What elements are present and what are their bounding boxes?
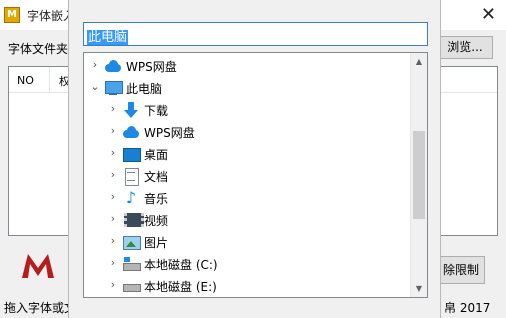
scroll-down-icon[interactable]: ▼	[411, 280, 427, 297]
chevron-down-icon[interactable]: ⌄	[90, 80, 100, 94]
chevron-right-icon[interactable]: ›	[108, 124, 118, 138]
chevron-right-icon[interactable]: ›	[108, 234, 118, 248]
column-divider[interactable]	[49, 67, 50, 93]
tree-item[interactable]: › WPS网盘	[84, 55, 406, 77]
close-icon[interactable]: ✕	[481, 4, 496, 25]
tree-item-label: 此电脑	[126, 82, 163, 96]
chevron-right-icon[interactable]: ›	[108, 168, 118, 182]
desktop-icon	[122, 145, 141, 163]
tree-item[interactable]: › 下载	[84, 99, 406, 121]
download-icon	[122, 101, 140, 119]
remove-limit-button[interactable]: 除限制	[437, 256, 485, 284]
chevron-right-icon[interactable]: ›	[108, 190, 118, 204]
chevron-right-icon[interactable]: ›	[90, 58, 100, 72]
music-icon: ♪	[125, 188, 137, 207]
drive-e-icon	[122, 277, 141, 295]
video-icon	[122, 211, 144, 229]
scrollbar-thumb[interactable]	[413, 131, 425, 219]
scroll-up-icon[interactable]: ▲	[411, 53, 427, 70]
chevron-right-icon[interactable]: ›	[108, 278, 118, 292]
tree-item-label: 图片	[144, 236, 169, 250]
tree-item[interactable]: › 文档	[84, 165, 406, 187]
app-icon: M	[4, 7, 20, 23]
tree-item[interactable]: › 视频	[84, 209, 406, 231]
tree-item[interactable]: › WPS网盘	[84, 121, 406, 143]
tree-item-label: WPS网盘	[144, 126, 195, 140]
status-bar-left: 拖入字体或文	[4, 301, 77, 315]
document-icon	[122, 167, 140, 186]
chevron-right-icon[interactable]: ›	[108, 256, 118, 270]
tree-item[interactable]: › 桌面	[84, 143, 406, 165]
drive-c-icon	[122, 255, 141, 273]
folder-path-input[interactable]: 此电脑	[83, 22, 428, 46]
tree-item[interactable]: › 本地磁盘 (E:)	[84, 275, 406, 297]
picture-icon	[122, 233, 141, 251]
chevron-right-icon[interactable]: ›	[108, 102, 118, 116]
status-bar-right: 帛 2017	[444, 301, 491, 315]
folder-tree[interactable]: › WPS网盘 ⌄ 此电脑 › 下载 › WPS网盘 › 桌面 › 文档 › ♪ 音乐 › 视频 › 图片 › 本地磁盘…	[83, 52, 428, 298]
column-header-no[interactable]: NO	[17, 74, 34, 87]
tree-item[interactable]: › ♪ 音乐	[84, 187, 406, 209]
tree-item-label: 视频	[144, 214, 169, 228]
browse-button[interactable]: 浏览...	[437, 36, 493, 59]
folder-browser-dialog: 此电脑 › WPS网盘 ⌄ 此电脑 › 下载 › WPS网盘 › 桌面 › 文档 › ♪ 音乐 › 视频 › 图片 ›…	[68, 0, 441, 318]
tree-item-label: WPS网盘	[126, 60, 177, 74]
tree-item-label: 本地磁盘 (E:)	[144, 280, 217, 294]
computer-icon	[104, 79, 123, 97]
tree-item-label: 下载	[144, 104, 169, 118]
app-logo-icon	[22, 254, 54, 278]
font-folder-label: 字体文件夹	[8, 42, 69, 56]
tree-scrollbar[interactable]: ▲ ▼	[410, 53, 427, 297]
tree-item[interactable]: › 图片	[84, 231, 406, 253]
tree-item[interactable]: › 本地磁盘 (C:)	[84, 253, 406, 275]
chevron-right-icon[interactable]: ›	[108, 212, 118, 226]
tree-item-partial[interactable]	[84, 297, 406, 298]
chevron-right-icon[interactable]: ›	[108, 146, 118, 160]
tree-item-label: 文档	[144, 170, 169, 184]
tree-item-label: 桌面	[144, 148, 169, 162]
selected-path-text: 此电脑	[87, 30, 129, 45]
tree-item-label: 本地磁盘 (C:)	[144, 258, 218, 272]
tree-item[interactable]: ⌄ 此电脑	[84, 77, 406, 99]
tree-item-label: 音乐	[144, 192, 169, 206]
